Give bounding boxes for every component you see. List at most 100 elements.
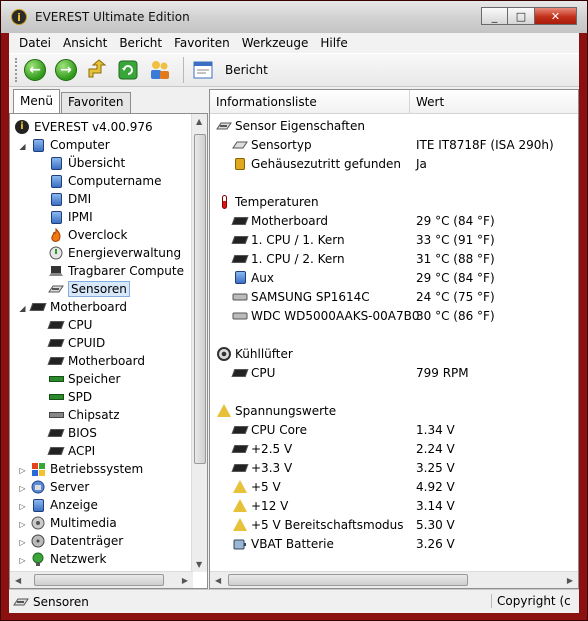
list-row[interactable]: CPU Core 1.34 V — [210, 420, 578, 439]
list-row[interactable]: Sensortyp ITE IT8718F (ISA 290h) — [210, 135, 578, 154]
expand-icon[interactable]: ▷ — [18, 484, 27, 493]
expand-icon[interactable]: ▷ — [18, 520, 27, 529]
list-row[interactable]: 1. CPU / 2. Kern 31 °C (88 °F) — [210, 249, 578, 268]
tree-item-uebersicht[interactable]: Übersicht — [48, 154, 125, 172]
tab-menu[interactable]: Menü — [13, 89, 60, 113]
list-row[interactable]: CPU 799 RPM — [210, 363, 578, 382]
voltage-warning-icon — [216, 403, 232, 419]
tree-item-overclock[interactable]: Overclock — [48, 226, 127, 244]
section-voltages[interactable]: Spannungswerte — [210, 401, 578, 420]
tree-item-datentraeger[interactable]: Datenträger — [30, 532, 123, 550]
scroll-left-icon[interactable]: ◀ — [215, 576, 221, 585]
tree-item-ipmi[interactable]: IPMI — [48, 208, 93, 226]
collapse-icon[interactable]: ◢ — [18, 142, 27, 151]
list-row[interactable]: WDC WD5000AAKS-00A7B0 30 °C (86 °F) — [210, 306, 578, 325]
flame-icon — [48, 227, 64, 243]
menu-werkzeuge[interactable]: Werkzeuge — [236, 36, 315, 50]
expand-icon[interactable]: ▷ — [18, 466, 27, 475]
list-row[interactable]: VBAT Batterie 3.26 V — [210, 534, 578, 553]
tree-item-speicher[interactable]: Speicher — [48, 370, 120, 388]
tree-horizontal-scrollbar[interactable]: ◀ ▶ — [10, 571, 193, 588]
list-row[interactable]: Aux 29 °C (84 °F) — [210, 268, 578, 287]
tree-scroll-thumb[interactable] — [194, 134, 206, 464]
tree-item-computername[interactable]: Computername — [48, 172, 161, 190]
tree-item-cpu[interactable]: CPU — [47, 316, 92, 334]
menu-ansicht[interactable]: Ansicht — [57, 36, 113, 50]
section-sensor-properties[interactable]: Sensor Eigenschaften — [210, 116, 578, 135]
tree-vertical-scrollbar[interactable]: ▲ ▼ — [191, 114, 207, 572]
list-row[interactable]: +12 V 3.14 V — [210, 496, 578, 515]
section-temperatures[interactable]: Temperaturen — [210, 192, 578, 211]
list-row[interactable]: +3.3 V 3.25 V — [210, 458, 578, 477]
list-hscroll-thumb[interactable] — [228, 574, 468, 586]
tree-item-dmi[interactable]: DMI — [48, 190, 91, 208]
list-row[interactable]: +2.5 V 2.24 V — [210, 439, 578, 458]
collapse-icon[interactable]: ◢ — [18, 304, 27, 313]
scroll-down-icon[interactable]: ▼ — [196, 560, 202, 569]
status-text: Sensoren — [33, 595, 89, 609]
tree-item-netzwerk[interactable]: Netzwerk — [30, 550, 106, 568]
users-button[interactable] — [146, 57, 172, 83]
row-name: +2.5 V — [251, 441, 293, 456]
computer-icon — [48, 209, 64, 225]
expand-icon[interactable]: ▷ — [18, 538, 27, 547]
tree-item-label: Übersicht — [68, 156, 126, 170]
list-row[interactable]: +5 V Bereitschaftsmodus 5.30 V — [210, 515, 578, 534]
menu-hilfe[interactable]: Hilfe — [314, 36, 353, 50]
minimize-button[interactable]: _ — [481, 7, 508, 25]
menu-datei[interactable]: Datei — [13, 36, 57, 50]
row-name: WDC WD5000AAKS-00A7B0 — [251, 308, 420, 323]
tree-item-server[interactable]: Server — [30, 478, 89, 496]
expand-icon[interactable]: ▷ — [18, 502, 27, 511]
tree-item-cpuid[interactable]: CPUID — [47, 334, 105, 352]
folder-up-icon — [88, 59, 107, 78]
tree-item-anzeige[interactable]: Anzeige — [30, 496, 98, 514]
list-row[interactable]: +5 V 4.92 V — [210, 477, 578, 496]
list-horizontal-scrollbar[interactable]: ◀ ▶ — [210, 571, 578, 588]
column-divider[interactable] — [409, 90, 410, 114]
report-button[interactable] — [190, 57, 216, 83]
list-row[interactable]: SAMSUNG SP1614C 24 °C (75 °F) — [210, 287, 578, 306]
report-label[interactable]: Bericht — [225, 63, 268, 77]
maximize-button[interactable]: □ — [508, 7, 535, 25]
tree-item-motherboard-group[interactable]: Motherboard — [29, 298, 127, 316]
tree-item-motherboard[interactable]: Motherboard — [47, 352, 145, 370]
column-header-name[interactable]: Informationsliste — [216, 95, 317, 109]
list-row[interactable]: Motherboard 29 °C (84 °F) — [210, 211, 578, 230]
tree-item-multimedia[interactable]: Multimedia — [30, 514, 117, 532]
list-row[interactable]: 1. CPU / 1. Kern 33 °C (91 °F) — [210, 230, 578, 249]
tree-item-everest[interactable]: i EVEREST v4.00.976 — [14, 118, 153, 136]
close-button[interactable]: ✕ — [535, 7, 577, 25]
scroll-left-icon[interactable]: ◀ — [15, 576, 21, 585]
up-button[interactable] — [84, 57, 110, 83]
tree-hscroll-thumb[interactable] — [34, 574, 164, 586]
scroll-right-icon[interactable]: ▶ — [182, 576, 188, 585]
tab-favorites[interactable]: Favoriten — [60, 92, 131, 113]
refresh-button[interactable] — [115, 57, 141, 83]
tree-item-label: Datenträger — [50, 534, 124, 548]
tree-item-energieverwaltung[interactable]: Energieverwaltung — [48, 244, 181, 262]
row-value: 3.26 V — [416, 536, 455, 551]
expand-icon[interactable]: ▷ — [18, 556, 27, 565]
list-row[interactable]: Gehäusezutritt gefunden Ja — [210, 154, 578, 173]
toolbar-grip[interactable] — [15, 58, 18, 82]
scroll-up-icon[interactable]: ▲ — [196, 117, 202, 126]
everest-app-icon: i — [11, 9, 27, 25]
column-header-value[interactable]: Wert — [416, 95, 444, 109]
tree-item-betriebssystem[interactable]: Betriebssystem — [30, 460, 143, 478]
section-cooling-fans[interactable]: Kühllüfter — [210, 344, 578, 363]
tree-item-spd[interactable]: SPD — [48, 388, 92, 406]
chip-icon — [48, 407, 64, 423]
tree-item-bios[interactable]: BIOS — [47, 424, 97, 442]
tree-item-chipsatz[interactable]: Chipsatz — [48, 406, 120, 424]
tree-item-computer[interactable]: Computer — [30, 136, 110, 154]
scroll-right-icon[interactable]: ▶ — [567, 576, 573, 585]
tree-item-sensoren[interactable]: Sensoren — [48, 280, 130, 298]
back-button[interactable]: ← — [22, 57, 48, 83]
menu-favoriten[interactable]: Favoriten — [168, 36, 236, 50]
menu-bericht[interactable]: Bericht — [113, 36, 168, 50]
forward-button[interactable]: → — [53, 57, 79, 83]
title-bar[interactable]: i EVEREST Ultimate Edition _ □ ✕ — [1, 1, 587, 33]
tree-item-tragbarer-computer[interactable]: Tragbarer Compute — [48, 262, 184, 280]
tree-item-acpi[interactable]: ACPI — [47, 442, 95, 460]
